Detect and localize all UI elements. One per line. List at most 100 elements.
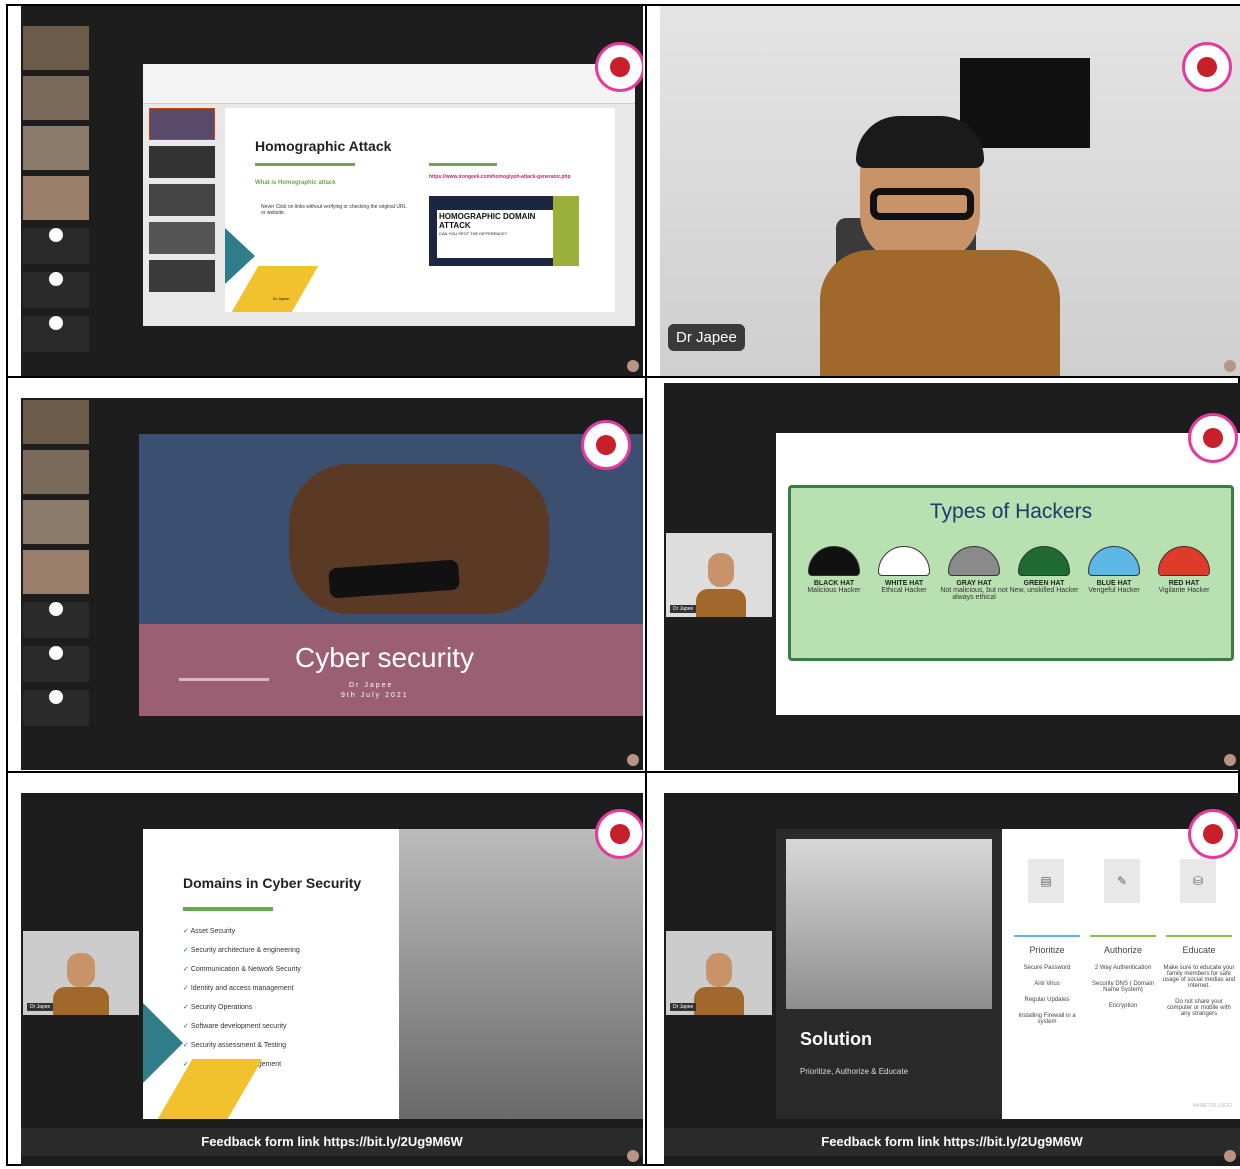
slide-title: Domains in Cyber Security xyxy=(183,875,362,891)
pencil-icon: ✎ xyxy=(1104,859,1140,903)
hat-item: BLACK HAT Malicious Hacker xyxy=(799,546,869,594)
stack-icon: ▤ xyxy=(1028,859,1064,903)
speaker-name-tag: Dr Japee xyxy=(670,1003,697,1011)
column-item: Make sure to educate your family members… xyxy=(1162,965,1236,989)
speaker-name-tag: Dr Japee xyxy=(670,605,697,613)
participant-tile xyxy=(23,646,89,682)
bridge-photo xyxy=(399,829,643,1119)
hat-icon xyxy=(1158,546,1210,576)
meeting-indicator-icon xyxy=(1224,360,1236,372)
university-logo xyxy=(595,42,643,92)
column-item: Anti Virus xyxy=(1034,981,1060,987)
title-underline xyxy=(255,163,355,166)
domain-item: Asset Security xyxy=(183,927,353,935)
powerpoint-window: Homographic Attack What is Homographic a… xyxy=(143,64,635,326)
avatar-icon xyxy=(49,316,63,330)
domains-slide: Domains in Cyber Security Asset Security… xyxy=(143,829,643,1119)
panel-cyber-security-title: Cyber security Dr Japee 9th July 2021 xyxy=(21,398,643,770)
slide-title: Cyber security xyxy=(295,642,474,673)
hat-item: GREEN HAT New, unskilled Hacker xyxy=(1009,546,1079,594)
speaker-name-tag: Dr Japee xyxy=(668,324,745,351)
slide-subheading: What is Homographic attack xyxy=(255,180,336,186)
slide-thumbnails[interactable] xyxy=(149,108,215,318)
hat-name: GREEN HAT xyxy=(1023,580,1065,587)
column-item: Do not share your computer or mobile wit… xyxy=(1167,999,1231,1017)
meeting-indicator-icon xyxy=(627,360,639,372)
hat-description: Vigilante Hacker xyxy=(1158,587,1210,594)
panel-domains: Domains in Cyber Security Asset Security… xyxy=(21,793,643,1166)
generator-link[interactable]: https://www.irongeek.com/homoglyph-attac… xyxy=(429,174,579,180)
hat-description: Malicious Hacker xyxy=(807,587,861,594)
hackers-slide: Types of Hackers BLACK HAT Malicious Hack… xyxy=(776,433,1240,715)
slide-subtitle: Prioritize, Authorize & Educate xyxy=(800,1067,909,1076)
speaker-glasses xyxy=(870,188,974,220)
panel-homographic-attack: Homographic Attack What is Homographic a… xyxy=(21,6,643,376)
solution-column: Educate Make sure to educate your family … xyxy=(1162,935,1236,1027)
meeting-indicator-icon xyxy=(1224,1150,1236,1162)
office-photo: Solution Prioritize, Authorize & Educate xyxy=(776,829,1002,1119)
hat-name: WHITE HAT xyxy=(884,580,924,587)
speaker-thumbnail: Dr Japee xyxy=(666,533,772,617)
title-slide: Cyber security Dr Japee 9th July 2021 xyxy=(139,434,643,716)
column-item: Security DNS ( Domain Name System) xyxy=(1091,981,1154,993)
feedback-banner[interactable]: Feedback form link https://bit.ly/2Ug9M6… xyxy=(664,1128,1240,1156)
speaker-thumbnail: Dr Japee xyxy=(666,931,772,1015)
ribbon-toolbar[interactable] xyxy=(143,64,635,104)
column-divider xyxy=(1090,935,1156,937)
speaker-hair xyxy=(856,116,984,168)
slide-title: Types of Hackers xyxy=(929,500,1093,523)
speaker-thumbnail: Dr Japee xyxy=(23,931,139,1015)
hat-description: Vengeful Hacker xyxy=(1088,587,1140,594)
slide-title: Solution xyxy=(800,1029,872,1049)
solution-column: Authorize 2 Way Authentication Security DN… xyxy=(1086,935,1160,1019)
meeting-indicator-icon xyxy=(1224,754,1236,766)
participant-tile xyxy=(23,272,89,308)
panel-types-of-hackers: Types of Hackers BLACK HAT Malicious Hack… xyxy=(664,383,1240,770)
university-logo xyxy=(1188,413,1238,463)
feedback-banner[interactable]: Feedback form link https://bit.ly/2Ug9M6… xyxy=(21,1128,643,1156)
hat-description: New, unskilled Hacker xyxy=(1009,587,1079,594)
participant-video xyxy=(23,76,89,120)
solution-columns: Prioritize Secure Password Anti Virus Regul… xyxy=(1010,935,1238,1035)
slide-footer-name: Dr Japee xyxy=(273,296,290,301)
hat-item: RED HAT Vigilante Hacker xyxy=(1149,546,1219,594)
avatar-icon xyxy=(49,228,63,242)
university-logo xyxy=(1182,42,1232,92)
domain-item: Identity and access management xyxy=(183,984,353,992)
hackers-card: Types of Hackers BLACK HAT Malicious Hack… xyxy=(788,485,1234,661)
participant-video xyxy=(23,26,89,70)
hat-icon xyxy=(808,546,860,576)
avatar-icon xyxy=(49,690,63,704)
hat-list: BLACK HAT Malicious Hacker WHITE HAT Ethica… xyxy=(799,546,1229,601)
slide-date: 9th July 2021 xyxy=(341,692,409,699)
slide-canvas: Homographic Attack What is Homographic a… xyxy=(225,108,615,312)
solution-slide: Solution Prioritize, Authorize & Educate… xyxy=(776,829,1240,1119)
meeting-indicator-icon xyxy=(627,754,639,766)
participant-tile xyxy=(23,690,89,726)
participant-video xyxy=(23,400,89,444)
domain-item: Security architecture & engineering xyxy=(183,946,353,954)
column-heading: Educate xyxy=(1182,945,1216,955)
homograph-image: HOMOGRAPHIC DOMAIN ATTACK CAN YOU SPOT T… xyxy=(429,196,579,266)
link-underline xyxy=(429,163,497,166)
domain-item: Communication & Network Security xyxy=(183,965,353,973)
solution-column: Prioritize Secure Password Anti Virus Regul… xyxy=(1010,935,1084,1035)
hat-icon xyxy=(1018,546,1070,576)
meeting-indicator-icon xyxy=(627,1150,639,1162)
grid-divider-top xyxy=(6,376,1240,378)
column-item: Installing Firewall in a system xyxy=(1018,1013,1076,1025)
title-band: Cyber security Dr Japee 9th July 2021 xyxy=(139,624,643,716)
database-icon: ⛁ xyxy=(1180,859,1216,903)
participant-tile xyxy=(23,602,89,638)
wall-tv xyxy=(960,58,1090,148)
panel-speaker-video: Dr Japee xyxy=(660,6,1240,376)
participant-tile xyxy=(23,228,89,264)
slide-bullet: Never Click on links without verifying o… xyxy=(261,204,407,216)
hat-description: Ethical Hacker xyxy=(881,587,927,594)
hat-name: GRAY HAT xyxy=(956,580,992,587)
university-logo xyxy=(595,809,643,859)
column-item: Encryption xyxy=(1108,1003,1138,1009)
column-heading: Authorize xyxy=(1103,945,1143,955)
participant-video xyxy=(23,126,89,170)
university-logo xyxy=(581,420,631,470)
